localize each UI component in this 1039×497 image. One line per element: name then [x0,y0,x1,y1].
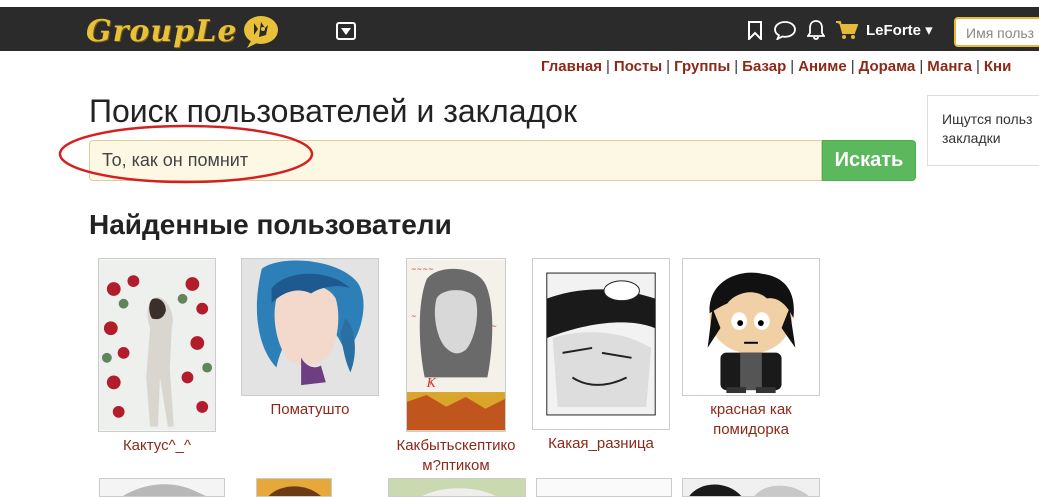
nav-item-manga[interactable]: Манга [927,58,972,75]
bookmark-icon[interactable] [746,19,764,41]
user-avatar[interactable] [682,258,820,396]
nav-item-market[interactable]: Базар [742,58,786,75]
user-avatar-partial[interactable] [388,478,526,497]
svg-text:Ҝ: Ҝ [426,375,437,391]
user-name-link[interactable]: Какбытьскептико м?птиком [386,436,526,476]
nav-item-groups[interactable]: Группы [674,58,730,75]
nav-item-books[interactable]: Кни [984,58,1011,75]
user-name-link[interactable]: Какая_разница [530,434,672,454]
user-name-link[interactable]: Кактус^_^ [96,436,218,456]
logo-text: GroupLe [86,13,238,49]
svg-text:~: ~ [411,313,417,321]
user-avatar-partial[interactable] [99,478,225,497]
user-card[interactable]: красная как помидорка [680,258,822,440]
user-menu[interactable]: LeForte ▾ [866,21,933,39]
user-avatar-partial[interactable] [682,478,820,497]
user-avatar[interactable] [98,258,216,432]
user-card[interactable]: Какая_разница [530,258,672,454]
user-name-link[interactable]: Поматушто [240,400,380,420]
user-card[interactable]: Поматушто [240,258,380,420]
cart-icon[interactable] [836,19,858,41]
nav-separator: | [919,58,924,75]
svg-text:~~~~: ~~~~ [411,266,434,274]
nav-separator: | [975,58,980,75]
user-avatar-partial[interactable] [256,478,332,497]
search-button[interactable]: Искать [822,140,916,181]
user-card[interactable]: Кактус^_^ [96,258,218,456]
nav-separator: | [666,58,671,75]
menu-dropdown-icon[interactable] [336,22,356,40]
annotation-ellipse [58,124,314,184]
svg-text:~: ~ [491,322,497,330]
nav-separator: | [606,58,610,75]
user-card[interactable]: ~~~~ ~ ~ Ҝ Какбытьскептико м?птиком [386,258,526,476]
nav-separator: | [734,58,739,75]
notifications-bell-icon[interactable] [806,19,826,41]
side-info-box: Ищутся польз закладки [927,95,1039,166]
user-avatar[interactable]: ~~~~~~ Ҝ [406,258,506,432]
user-avatar[interactable] [532,258,670,430]
site-header: GroupLe LeForte ▾ Имя польз [0,7,1039,51]
user-avatar-partial[interactable] [536,478,672,497]
nav-item-dorama[interactable]: Дорама [859,58,916,75]
nav-item-posts[interactable]: Посты [614,58,662,75]
chat-icon[interactable] [773,19,797,41]
main-nav: Главная | Посты | Группы | Базар | Аниме | Дорама |… [541,58,1011,75]
nav-item-home[interactable]: Главная [541,58,602,75]
nav-item-anime[interactable]: Аниме [798,58,847,75]
nav-separator: | [790,58,795,75]
logo-badge-icon [244,16,279,48]
user-avatar[interactable] [241,258,379,396]
user-name-link[interactable]: красная как помидорка [680,400,822,440]
nav-separator: | [850,58,855,75]
found-users-title: Найденные пользователи [89,209,452,240]
header-search-input[interactable]: Имя польз [954,17,1039,47]
site-logo[interactable]: GroupLe [86,11,281,51]
top-strip [0,0,1039,7]
side-info-text: Ищутся польз закладки [942,111,1033,146]
